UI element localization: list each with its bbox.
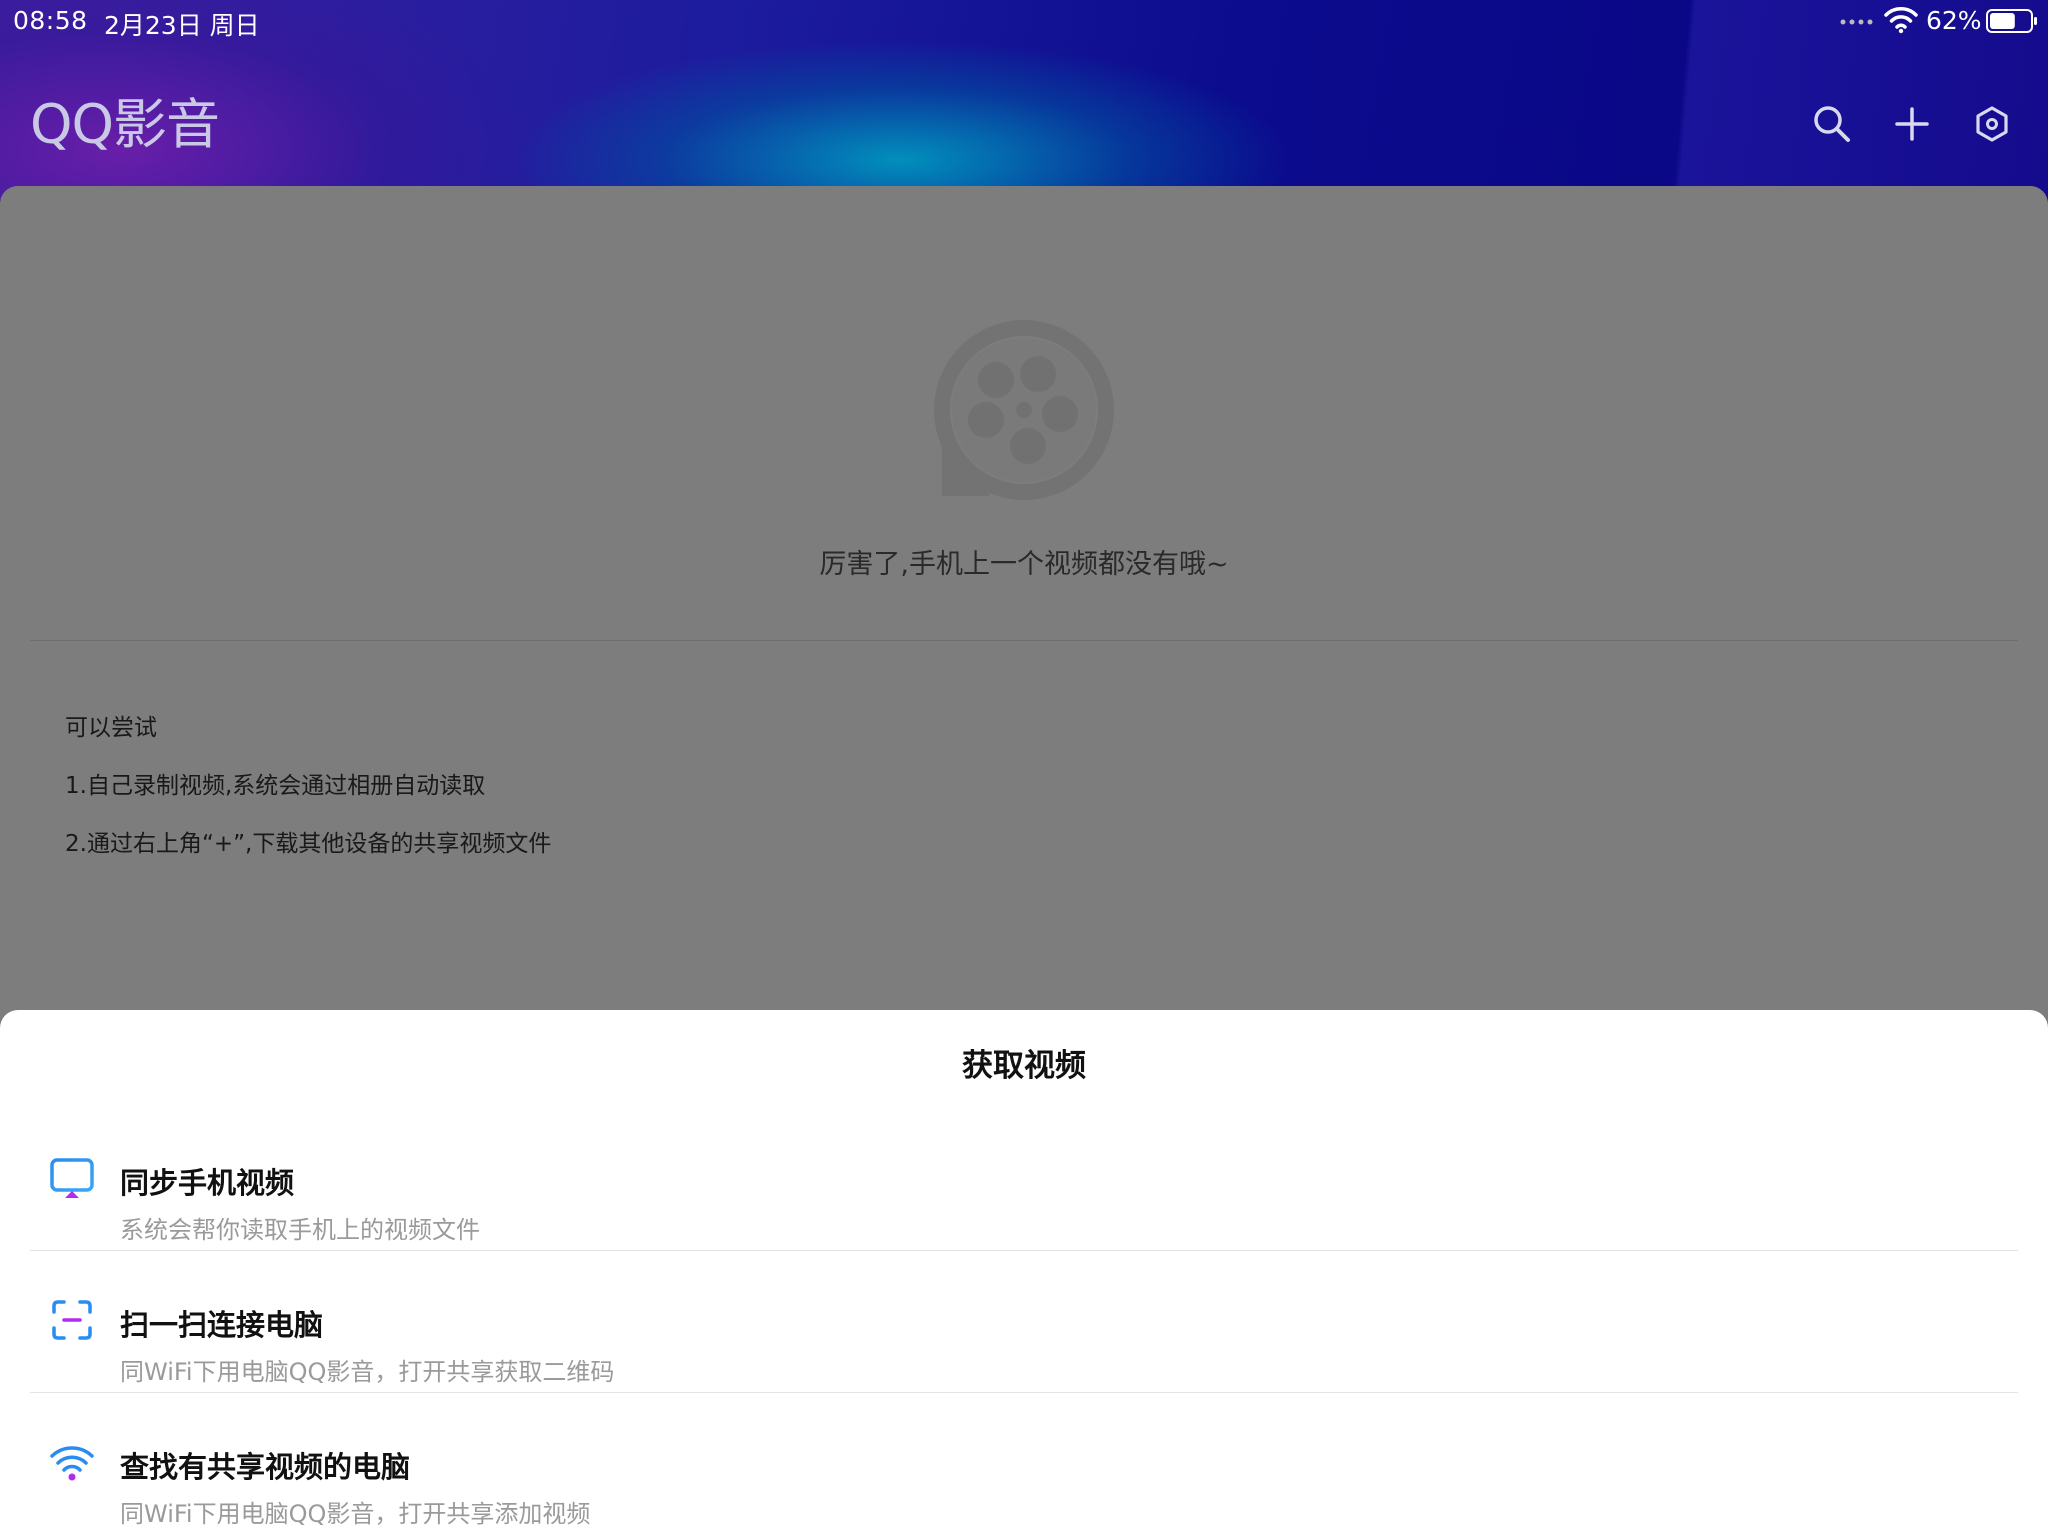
app-title: QQ影音	[30, 93, 220, 156]
add-button[interactable]	[1888, 100, 1936, 148]
option-subtitle: 同WiFi下用电脑QQ影音，打开共享添加视频	[120, 1500, 591, 1528]
option-subtitle: 系统会帮你读取手机上的视频文件	[120, 1216, 480, 1244]
settings-button[interactable]	[1968, 100, 2016, 148]
status-date: 2月23日 周日	[104, 11, 260, 40]
scan-icon	[52, 1300, 92, 1340]
app-root: 08:58 2月23日 周日 62% QQ影音 获取视频 同步手机视频 系统会帮…	[0, 0, 2048, 1536]
plus-icon	[1895, 107, 1929, 141]
sheet-title: 获取视频	[962, 1048, 1086, 1084]
get-video-sheet: 获取视频 同步手机视频 系统会帮你读取手机上的视频文件 扫一扫连接电脑 同WiF…	[0, 1010, 2048, 1536]
screen-sync-icon	[50, 1158, 94, 1198]
scan-connect-pc-option[interactable]: 扫一扫连接电脑 同WiFi下用电脑QQ影音，打开共享获取二维码	[0, 1270, 2048, 1412]
wifi-icon	[50, 1446, 94, 1481]
wifi-status-icon	[1884, 7, 1918, 34]
sync-phone-videos-option[interactable]: 同步手机视频 系统会帮你读取手机上的视频文件	[0, 1128, 2048, 1270]
battery-icon	[1986, 9, 2037, 33]
battery-percent: 62%	[1926, 6, 1982, 35]
find-shared-pc-option[interactable]: 查找有共享视频的电脑 同WiFi下用电脑QQ影音，打开共享添加视频	[0, 1412, 2048, 1536]
search-button[interactable]	[1808, 100, 1856, 148]
option-title: 查找有共享视频的电脑	[120, 1450, 411, 1484]
divider	[30, 1250, 2018, 1251]
option-title: 同步手机视频	[120, 1166, 295, 1200]
status-bar: 08:58 2月23日 周日 62%	[0, 0, 2048, 40]
signal-dots-icon	[1840, 19, 1873, 25]
settings-hexagon-icon	[1976, 106, 2008, 142]
search-icon	[1814, 106, 1850, 142]
divider	[30, 1392, 2018, 1393]
option-subtitle: 同WiFi下用电脑QQ影音，打开共享获取二维码	[120, 1358, 615, 1386]
option-title: 扫一扫连接电脑	[120, 1308, 324, 1342]
status-time: 08:58	[13, 6, 88, 35]
